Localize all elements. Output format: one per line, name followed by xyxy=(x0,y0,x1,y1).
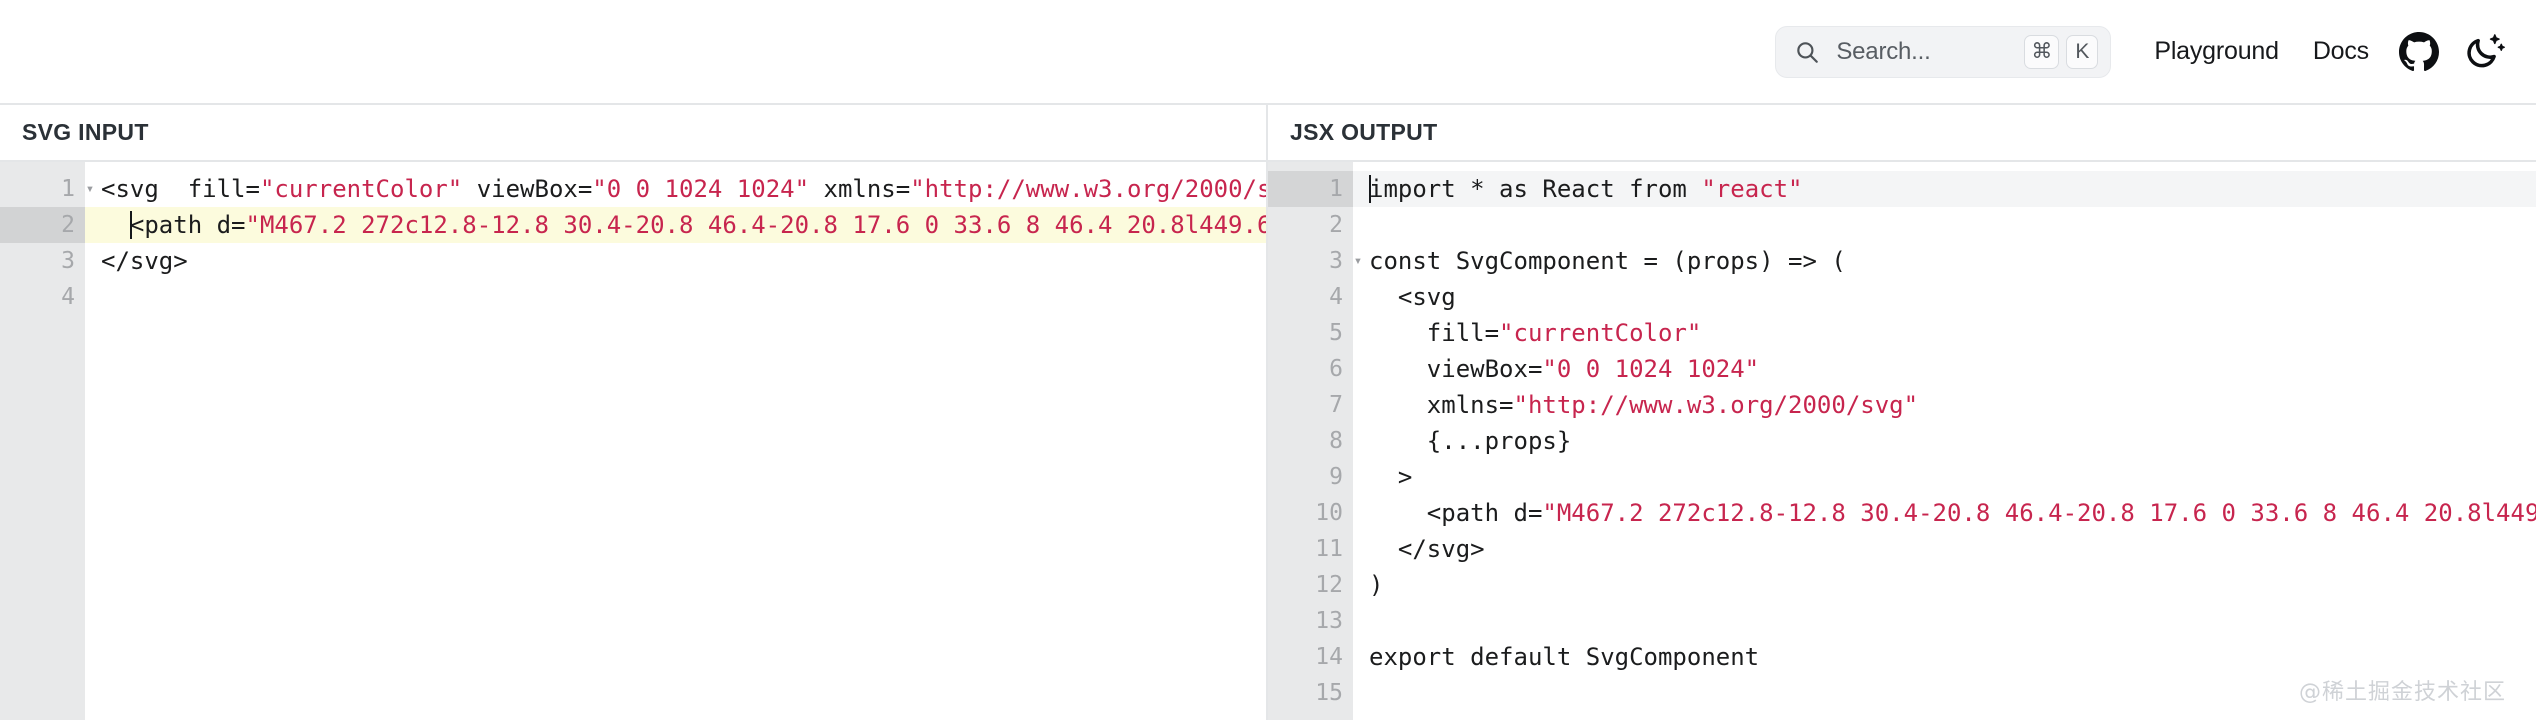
code-line[interactable] xyxy=(1353,603,2536,639)
kbd-k: K xyxy=(2066,34,2099,69)
kbd-command: ⌘ xyxy=(2024,34,2060,69)
code-token-string: "0 0 1024 1024" xyxy=(592,175,810,203)
line-number: 12 xyxy=(1315,572,1343,598)
code-token-plain: <svg xyxy=(1369,283,1456,311)
line-number: 7 xyxy=(1329,392,1343,418)
github-link-button[interactable] xyxy=(2386,19,2452,85)
code-line[interactable]: <path d="M467.2 272c12.8-12.8 30.4-20.8 … xyxy=(85,207,1266,243)
code-token-plain: {...props} xyxy=(1369,427,1572,455)
code-line[interactable]: import * as React from "react" xyxy=(1353,171,2536,207)
line-number: 11 xyxy=(1315,536,1343,562)
code-token-string: "currentColor" xyxy=(1499,319,1702,347)
line-number: 5 xyxy=(1329,320,1343,346)
code-line[interactable]: </svg> xyxy=(1353,531,2536,567)
nav-link-docs[interactable]: Docs xyxy=(2296,37,2386,66)
code-token-plain: <path d= xyxy=(129,211,246,239)
line-number: 15 xyxy=(1315,680,1343,706)
code-line[interactable]: viewBox="0 0 1024 1024" xyxy=(1353,351,2536,387)
jsx-output-title: JSX OUTPUT xyxy=(1290,119,1438,145)
jsx-output-line-numbers: 1 2 3 ▾ 4 5 6 7 8 9 10 11 12 13 14 15 xyxy=(1268,162,1362,720)
line-number: 8 xyxy=(1329,428,1343,454)
code-token-string: "M467.2 272c12.8-12.8 30.4-20.8 46.4-20.… xyxy=(1542,499,2536,527)
code-token-plain: </svg> xyxy=(1369,535,1485,563)
search-shortcut-keys: ⌘ K xyxy=(2024,34,2099,69)
svg-input-pane: SVG INPUT 1 ▾ 2 3 4 <svg fill="currentColor"… xyxy=(0,105,1268,720)
code-token-plain: const SvgComponent = (props) => ( xyxy=(1369,247,1846,275)
code-line[interactable]: xmlns="http://www.w3.org/2000/svg" xyxy=(1353,387,2536,423)
code-token-plain: xmlns= xyxy=(1369,391,1514,419)
code-token-string: "react" xyxy=(1701,175,1803,203)
text-cursor xyxy=(129,211,132,239)
code-token-plain: </svg> xyxy=(101,247,188,275)
text-cursor xyxy=(1369,175,1371,203)
line-number: 1 xyxy=(1268,171,1353,207)
line-number: 3 xyxy=(61,248,75,274)
svg-input-title: SVG INPUT xyxy=(22,119,149,145)
svgr-playground-app: Search... ⌘ K Playground Docs SVG INPUT … xyxy=(0,0,2536,720)
line-number: 10 xyxy=(1315,500,1343,526)
jsx-output-pane: JSX OUTPUT 1 2 3 ▾ 4 5 6 7 8 9 10 11 12 13 14 15 import… xyxy=(1268,105,2536,720)
fold-chevron-down-icon[interactable]: ▾ xyxy=(1351,243,1365,279)
github-icon xyxy=(2399,31,2439,71)
fold-chevron-down-icon[interactable]: ▾ xyxy=(83,171,97,207)
nav-link-playground[interactable]: Playground xyxy=(2137,37,2295,66)
jsx-output-code-area[interactable]: import * as React from "react" const SvgC… xyxy=(1353,162,2536,720)
search-placeholder: Search... xyxy=(1836,37,1931,65)
code-line[interactable]: </svg> xyxy=(85,243,1266,279)
code-line[interactable]: {...props} xyxy=(1353,423,2536,459)
code-token-string: "http://www.w3.org/2000/svg" xyxy=(1513,391,1919,419)
line-number: 2 xyxy=(0,207,85,243)
code-token-plain: export default SvgComponent xyxy=(1369,643,1760,671)
line-number: 2 xyxy=(1329,212,1343,238)
code-line[interactable]: > xyxy=(1353,459,2536,495)
editor-panes: SVG INPUT 1 ▾ 2 3 4 <svg fill="currentColor"… xyxy=(0,105,2536,720)
code-token-string: "http://www.w3.org/2000/svg" xyxy=(910,175,1266,203)
code-line[interactable] xyxy=(1353,207,2536,243)
line-number: 4 xyxy=(1329,284,1343,310)
code-line[interactable]: ) xyxy=(1353,567,2536,603)
code-token-string: "M467.2 272c12.8-12.8 30.4-20.8 46.4-20.… xyxy=(245,211,1267,239)
line-number: 4 xyxy=(61,284,75,310)
code-token-plain: viewBox= xyxy=(1369,355,1543,383)
code-line[interactable]: <svg fill="currentColor" viewBox="0 0 10… xyxy=(85,171,1266,207)
line-number: 3 ▾ xyxy=(1268,243,1362,279)
svg-input-header: SVG INPUT xyxy=(0,105,1266,162)
code-token-plain: fill= xyxy=(1369,319,1500,347)
code-line[interactable]: export default SvgComponent xyxy=(1353,639,2536,675)
search-input[interactable]: Search... ⌘ K xyxy=(1775,25,2112,78)
code-token-plain: ) xyxy=(1369,571,1384,599)
dark-mode-moon-icon xyxy=(2467,33,2505,67)
code-token-plain: xmlns= xyxy=(809,175,911,203)
code-token-plain: import * as React from xyxy=(1369,175,1702,203)
code-line[interactable]: fill="currentColor" xyxy=(1353,315,2536,351)
nav-right-group: Search... ⌘ K Playground Docs xyxy=(1775,19,2518,85)
svg-input-line-numbers: 1 ▾ 2 3 4 xyxy=(0,162,94,720)
line-number: 6 xyxy=(1329,356,1343,382)
svg-input-code-area[interactable]: <svg fill="currentColor" viewBox="0 0 10… xyxy=(85,162,1266,720)
search-icon xyxy=(1797,41,1819,63)
jsx-output-header: JSX OUTPUT xyxy=(1268,105,2536,162)
dark-mode-toggle-button[interactable] xyxy=(2452,19,2518,85)
code-token-plain: <svg fill= xyxy=(101,175,260,203)
line-number: 1 ▾ xyxy=(0,171,94,207)
code-line[interactable]: <path d="M467.2 272c12.8-12.8 30.4-20.8 … xyxy=(1353,495,2536,531)
code-line[interactable]: <svg xyxy=(1353,279,2536,315)
code-line[interactable] xyxy=(1353,675,2536,711)
code-token-string: "currentColor" xyxy=(259,175,463,203)
svg-input-editor[interactable]: 1 ▾ 2 3 4 <svg fill="currentColor" viewBox="… xyxy=(0,162,1266,720)
line-number: 13 xyxy=(1315,608,1343,634)
code-token-plain: > xyxy=(1369,463,1413,491)
code-token-plain: <path d= xyxy=(1369,499,1543,527)
code-token-string: "0 0 1024 1024" xyxy=(1542,355,1760,383)
line-number: 14 xyxy=(1315,644,1343,670)
code-line[interactable] xyxy=(85,279,1266,315)
line-number: 9 xyxy=(1329,464,1343,490)
jsx-output-editor[interactable]: 1 2 3 ▾ 4 5 6 7 8 9 10 11 12 13 14 15 import * as React… xyxy=(1268,162,2536,720)
code-token-plain: viewBox= xyxy=(462,175,593,203)
code-line[interactable]: const SvgComponent = (props) => ( xyxy=(1353,243,2536,279)
top-navigation-bar: Search... ⌘ K Playground Docs xyxy=(0,0,2536,105)
